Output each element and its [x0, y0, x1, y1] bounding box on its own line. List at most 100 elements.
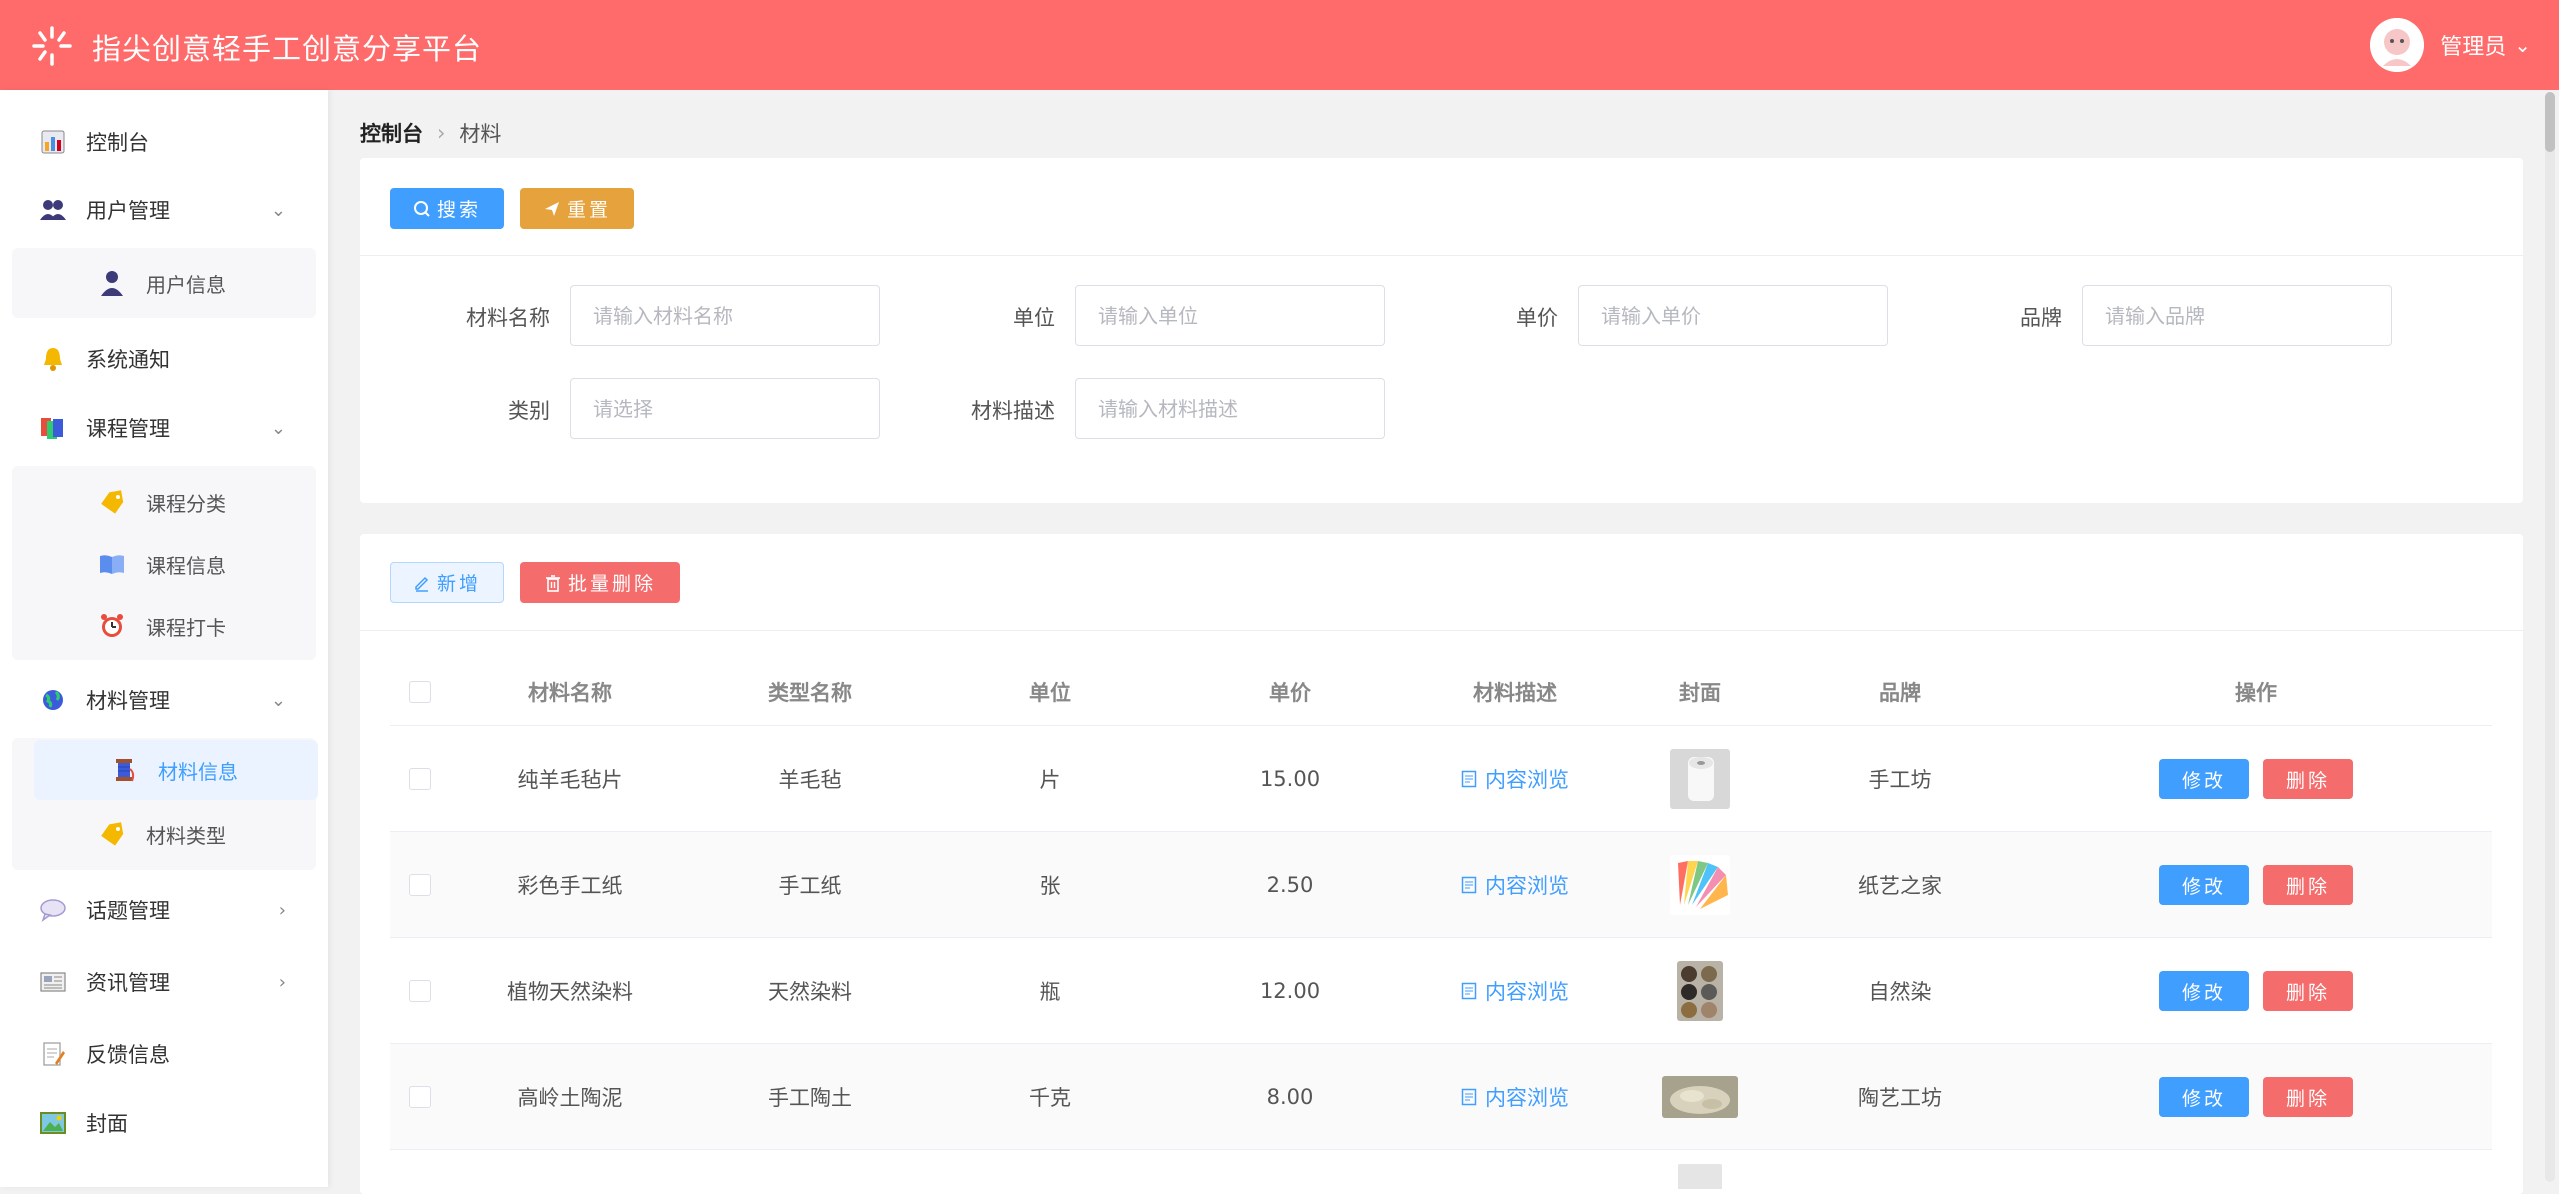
- col-header-name[interactable]: 材料名称: [450, 659, 690, 725]
- sidebar-item-label: 用户管理: [86, 199, 170, 223]
- col-header-price[interactable]: 单价: [1170, 659, 1410, 725]
- sidebar-item-label: 封面: [86, 1112, 128, 1136]
- sidebar-item-cover[interactable]: 封面: [0, 1093, 328, 1153]
- search-button-label: 搜索: [436, 199, 481, 221]
- sidebar-item-course-management[interactable]: 课程管理 ⌄: [0, 398, 328, 458]
- edit-button[interactable]: 修改: [2159, 971, 2249, 1011]
- document-icon: [1461, 770, 1477, 788]
- unit-input[interactable]: [1075, 285, 1385, 346]
- submenu-material: 材料信息 材料类型: [12, 738, 318, 870]
- delete-button[interactable]: 删除: [2263, 865, 2353, 905]
- cell-brand: 纸艺之家: [1858, 874, 1942, 898]
- sidebar-item-material-type[interactable]: 材料类型: [12, 804, 316, 864]
- cell-unit: 片: [1039, 768, 1061, 792]
- edit-button[interactable]: 修改: [2159, 865, 2249, 905]
- category-label: 类别: [508, 399, 550, 423]
- sidebar-item-label: 课程分类: [146, 491, 226, 516]
- delete-button[interactable]: 删除: [2263, 971, 2353, 1011]
- submenu-course: 课程分类 课程信息 课程打卡: [12, 466, 316, 660]
- preview-link[interactable]: 内容浏览: [1461, 764, 1569, 794]
- sidebar-item-user-info[interactable]: 用户信息: [12, 253, 316, 313]
- cell-actions: 修改 删除: [2020, 1044, 2492, 1150]
- preview-label: 内容浏览: [1485, 768, 1569, 792]
- batch-delete-button[interactable]: 批量删除: [520, 562, 680, 603]
- sidebar-item-course-info[interactable]: 课程信息: [12, 534, 316, 594]
- scrollbar-thumb[interactable]: [2545, 92, 2555, 152]
- sidebar-item-material-info[interactable]: 材料信息: [34, 740, 318, 800]
- document-icon: [1461, 982, 1477, 1000]
- row-checkbox[interactable]: [409, 874, 431, 896]
- row-checkbox[interactable]: [409, 980, 431, 1002]
- select-all-checkbox[interactable]: [409, 681, 431, 703]
- sidebar-item-material-management[interactable]: 材料管理 ⌄: [0, 670, 328, 730]
- reset-button-label: 重置: [566, 199, 611, 221]
- material-name-input[interactable]: [570, 285, 880, 346]
- cell-cover: [1620, 832, 1780, 938]
- page-scrollbar[interactable]: [2545, 92, 2555, 1182]
- cell-name: 纯羊毛毡片: [517, 768, 623, 792]
- sidebar-item-course-category[interactable]: 课程分类: [12, 472, 316, 532]
- cover-thumbnail[interactable]: [1670, 749, 1730, 809]
- sidebar-item-dashboard[interactable]: 控制台: [0, 112, 328, 172]
- cell-price: 12.00: [1259, 979, 1321, 1003]
- cell-desc: 内容浏览: [1410, 832, 1620, 938]
- cover-thumbnail[interactable]: [1678, 1164, 1722, 1189]
- cell-type: 手工纸: [778, 874, 842, 898]
- category-select[interactable]: [570, 378, 880, 439]
- price-input[interactable]: [1578, 285, 1888, 346]
- sidebar-item-label: 资讯管理: [86, 971, 170, 995]
- preview-label: 内容浏览: [1485, 874, 1569, 898]
- user-menu[interactable]: 管理员 ⌄: [2370, 18, 2531, 72]
- col-header-brand[interactable]: 品牌: [1780, 659, 2020, 725]
- table-row: [390, 1149, 2492, 1189]
- preview-link[interactable]: 内容浏览: [1461, 976, 1569, 1006]
- avatar[interactable]: [2370, 18, 2425, 72]
- tag-icon: [98, 488, 126, 516]
- table-card: 新增 批量删除 材料名称 类型名称 单位 单价 材料描述 封面 品牌 操作 纯羊…: [360, 534, 2523, 1194]
- preview-link[interactable]: 内容浏览: [1461, 870, 1569, 900]
- search-card: 搜索 重置 材料名称 单位 单价 品牌 类别 材料描述: [360, 158, 2523, 503]
- col-header-desc[interactable]: 材料描述: [1410, 659, 1620, 725]
- sidebar-item-feedback[interactable]: 反馈信息: [0, 1024, 328, 1084]
- cell-name: 高岭土陶泥: [517, 1086, 623, 1110]
- batch-delete-label: 批量删除: [567, 573, 656, 595]
- cell-price: 8.00: [1266, 1085, 1314, 1109]
- add-button[interactable]: 新增: [390, 562, 504, 603]
- sidebar-item-topic-management[interactable]: 话题管理 ›: [0, 880, 328, 940]
- sidebar-item-label: 课程信息: [146, 553, 226, 578]
- cell-type: 羊毛毡: [778, 768, 842, 792]
- col-header-unit[interactable]: 单位: [930, 659, 1170, 725]
- preview-link[interactable]: 内容浏览: [1461, 1082, 1569, 1112]
- cover-thumbnail[interactable]: [1670, 855, 1730, 915]
- breadcrumb: 控制台 › 材料: [360, 118, 501, 148]
- sidebar-item-user-management[interactable]: 用户管理 ⌄: [0, 180, 328, 240]
- brand-input[interactable]: [2082, 285, 2392, 346]
- delete-button[interactable]: 删除: [2263, 1077, 2353, 1117]
- edit-button[interactable]: 修改: [2159, 1077, 2249, 1117]
- logo-icon: [32, 26, 72, 66]
- breadcrumb-current: 材料: [459, 122, 502, 146]
- sidebar-item-label: 材料管理: [86, 689, 170, 713]
- sidebar-item-notifications[interactable]: 系统通知: [0, 329, 328, 389]
- sidebar-item-label: 话题管理: [86, 899, 170, 923]
- row-checkbox[interactable]: [409, 1086, 431, 1108]
- row-checkbox[interactable]: [409, 768, 431, 790]
- sidebar-item-course-checkin[interactable]: 课程打卡: [12, 596, 316, 656]
- search-button[interactable]: 搜索: [390, 188, 504, 229]
- delete-button[interactable]: 删除: [2263, 759, 2353, 799]
- avatar-face-icon: [2370, 18, 2425, 72]
- cover-thumbnail[interactable]: [1662, 1076, 1738, 1118]
- col-header-cover[interactable]: 封面: [1620, 659, 1780, 725]
- user-name: 管理员: [2440, 35, 2507, 60]
- table-row: 纯羊毛毡片 羊毛毡 片 15.00 内容浏览 手工坊 修改 删除: [390, 725, 2492, 831]
- cell-actions: 修改 删除: [2020, 832, 2492, 938]
- col-header-type[interactable]: 类型名称: [690, 659, 930, 725]
- breadcrumb-home[interactable]: 控制台: [360, 118, 423, 148]
- edit-button[interactable]: 修改: [2159, 759, 2249, 799]
- cover-thumbnail[interactable]: [1677, 961, 1723, 1021]
- sidebar-item-news-management[interactable]: 资讯管理 ›: [0, 952, 328, 1012]
- submenu-user: 用户信息: [12, 248, 316, 318]
- tag-icon: [98, 820, 126, 848]
- material-desc-input[interactable]: [1075, 378, 1385, 439]
- reset-button[interactable]: 重置: [520, 188, 634, 229]
